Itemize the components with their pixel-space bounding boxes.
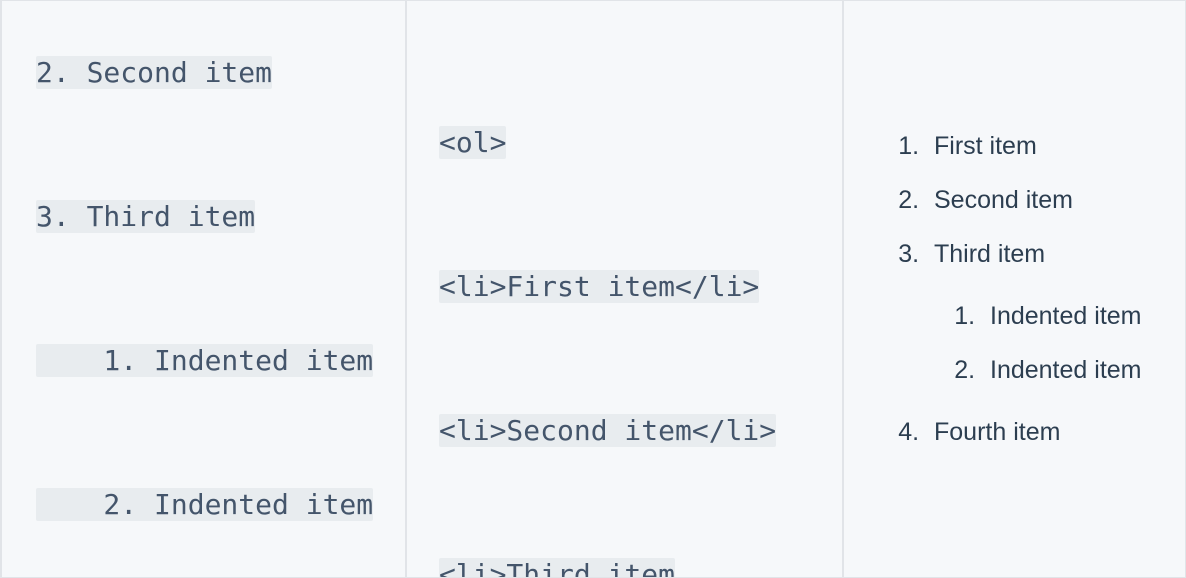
- nested-list-item: Indented item: [982, 343, 1185, 397]
- list-item: Third item Indented item Indented item: [926, 227, 1185, 397]
- markdown-source-code: 1. First item 2. Second item 3. Third it…: [36, 1, 405, 577]
- nested-list-item: Indented item: [982, 289, 1185, 343]
- list-item: Fourth item: [926, 405, 1185, 459]
- list-item-label: Second item: [934, 186, 1073, 214]
- markdown-line: 1. Indented item: [36, 337, 405, 385]
- rendered-output-column: First item Second item Third item Indent…: [842, 1, 1185, 577]
- nested-list-item-label: Indented item: [990, 302, 1142, 330]
- nested-list-item-label: Indented item: [990, 356, 1142, 384]
- html-line-text: <ol>: [439, 126, 507, 159]
- rendered-ordered-list: First item Second item Third item Indent…: [874, 119, 1185, 459]
- markdown-line: 2. Second item: [36, 49, 405, 97]
- list-item-label: Fourth item: [934, 418, 1061, 446]
- markdown-line: 2. Indented item: [36, 481, 405, 529]
- list-item-label: First item: [934, 132, 1037, 160]
- html-line-text: <li>Second item</li>: [439, 414, 777, 447]
- rendered-output: First item Second item Third item Indent…: [874, 119, 1185, 459]
- html-line-text: <li>First item</li>: [439, 270, 760, 303]
- markdown-example-table: 1. First item 2. Second item 3. Third it…: [0, 0, 1186, 578]
- list-item: Second item: [926, 173, 1185, 227]
- html-line: <li>Second item</li>: [439, 407, 842, 455]
- markdown-line-text: 2. Indented item: [36, 488, 374, 521]
- markdown-line: 3. Third item: [36, 193, 405, 241]
- markdown-line-text: 2. Second item: [36, 56, 273, 89]
- markdown-line-text: 3. Third item: [36, 200, 256, 233]
- html-line: <li>Third item: [439, 551, 842, 577]
- html-line: <li>First item</li>: [439, 263, 842, 311]
- markdown-source-column: 1. First item 2. Second item 3. Third it…: [2, 1, 405, 577]
- rendered-nested-ordered-list: Indented item Indented item: [934, 289, 1185, 397]
- list-item: First item: [926, 119, 1185, 173]
- html-markup-code: <ol> <li>First item</li> <li>Second item…: [439, 23, 842, 577]
- html-markup-column: <ol> <li>First item</li> <li>Second item…: [405, 1, 842, 577]
- markdown-line-text: 1. Indented item: [36, 344, 374, 377]
- html-line: <ol>: [439, 119, 842, 167]
- html-line-text: <li>Third item: [439, 558, 676, 577]
- list-item-label: Third item: [934, 240, 1046, 268]
